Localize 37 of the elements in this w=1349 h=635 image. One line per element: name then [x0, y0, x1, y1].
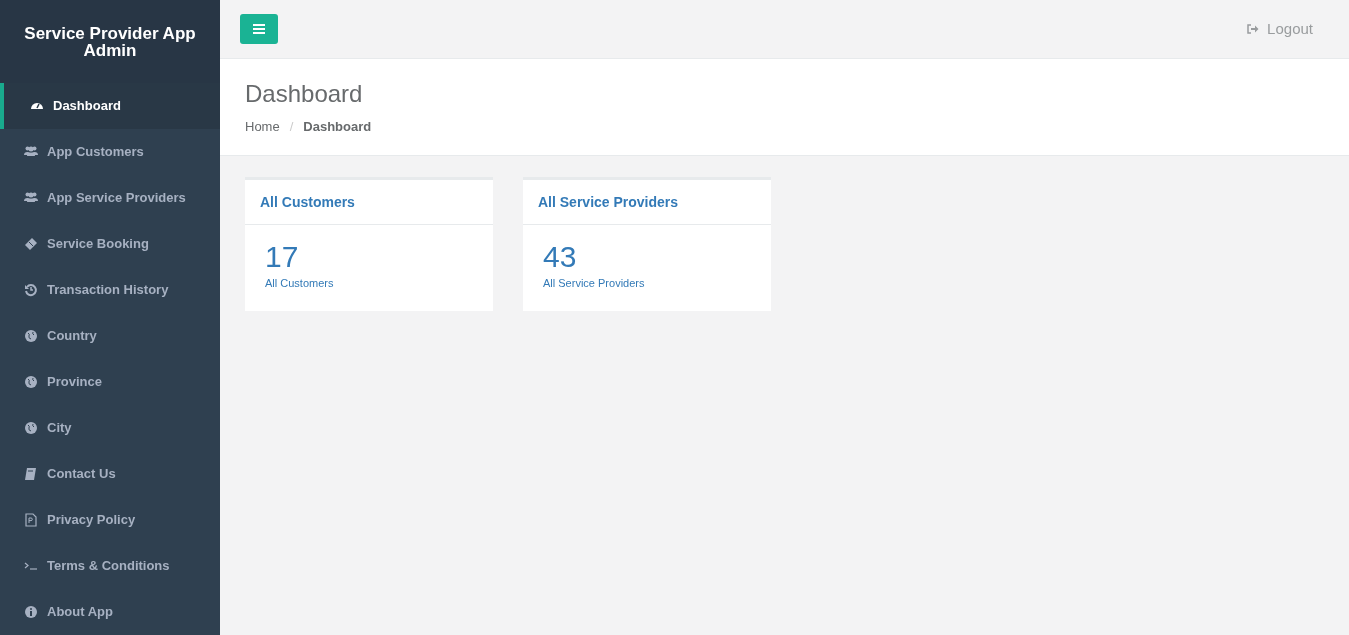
users-icon — [24, 191, 38, 205]
card-title[interactable]: All Service Providers — [538, 191, 679, 213]
globe-icon — [24, 375, 38, 389]
sidebar-item[interactable]: Province — [0, 359, 220, 405]
sidebar-item[interactable]: Transaction History — [0, 267, 220, 313]
sidebar-item[interactable]: Privacy Policy — [0, 497, 220, 543]
sidebar-item[interactable]: Country — [0, 313, 220, 359]
sidebar-item[interactable]: Contact Us — [0, 451, 220, 497]
sidebar-item[interactable]: About App — [0, 589, 220, 635]
stat-count: 43 — [543, 239, 578, 275]
stat-link[interactable]: All Service Providers — [543, 275, 751, 292]
menu-button[interactable] — [240, 14, 278, 44]
menu-icon — [253, 24, 265, 34]
sidebar-item[interactable]: App Customers — [0, 129, 220, 175]
globe-icon — [24, 329, 38, 343]
ticket-icon — [24, 237, 38, 251]
globe-icon — [24, 421, 38, 435]
history-icon — [24, 283, 38, 297]
sidebar-item[interactable]: City — [0, 405, 220, 451]
stat-link[interactable]: All Customers — [265, 275, 473, 292]
sidebar-item[interactable]: Terms & Conditions — [0, 543, 220, 589]
stat-count: 17 — [265, 239, 300, 275]
page-title: Dashboard — [245, 79, 364, 109]
info-icon — [24, 605, 38, 619]
card-title[interactable]: All Customers — [260, 191, 355, 213]
document-icon — [24, 513, 38, 527]
sidebar-item[interactable]: Service Booking — [0, 221, 220, 267]
breadcrumb-item: Dashboard — [303, 118, 372, 136]
breadcrumb-item[interactable]: Home — [245, 117, 280, 137]
logout-link[interactable]: Logout — [1247, 17, 1313, 41]
sidebar-item[interactable]: App Service Providers — [0, 175, 220, 221]
breadcrumb-separator: / — [288, 118, 295, 136]
app-title: Service Provider App Admin — [23, 24, 197, 59]
users-icon — [24, 145, 38, 159]
sidebar-item[interactable]: Dashboard — [0, 83, 220, 129]
book-icon — [24, 467, 38, 481]
sign-out-icon — [1247, 24, 1260, 34]
